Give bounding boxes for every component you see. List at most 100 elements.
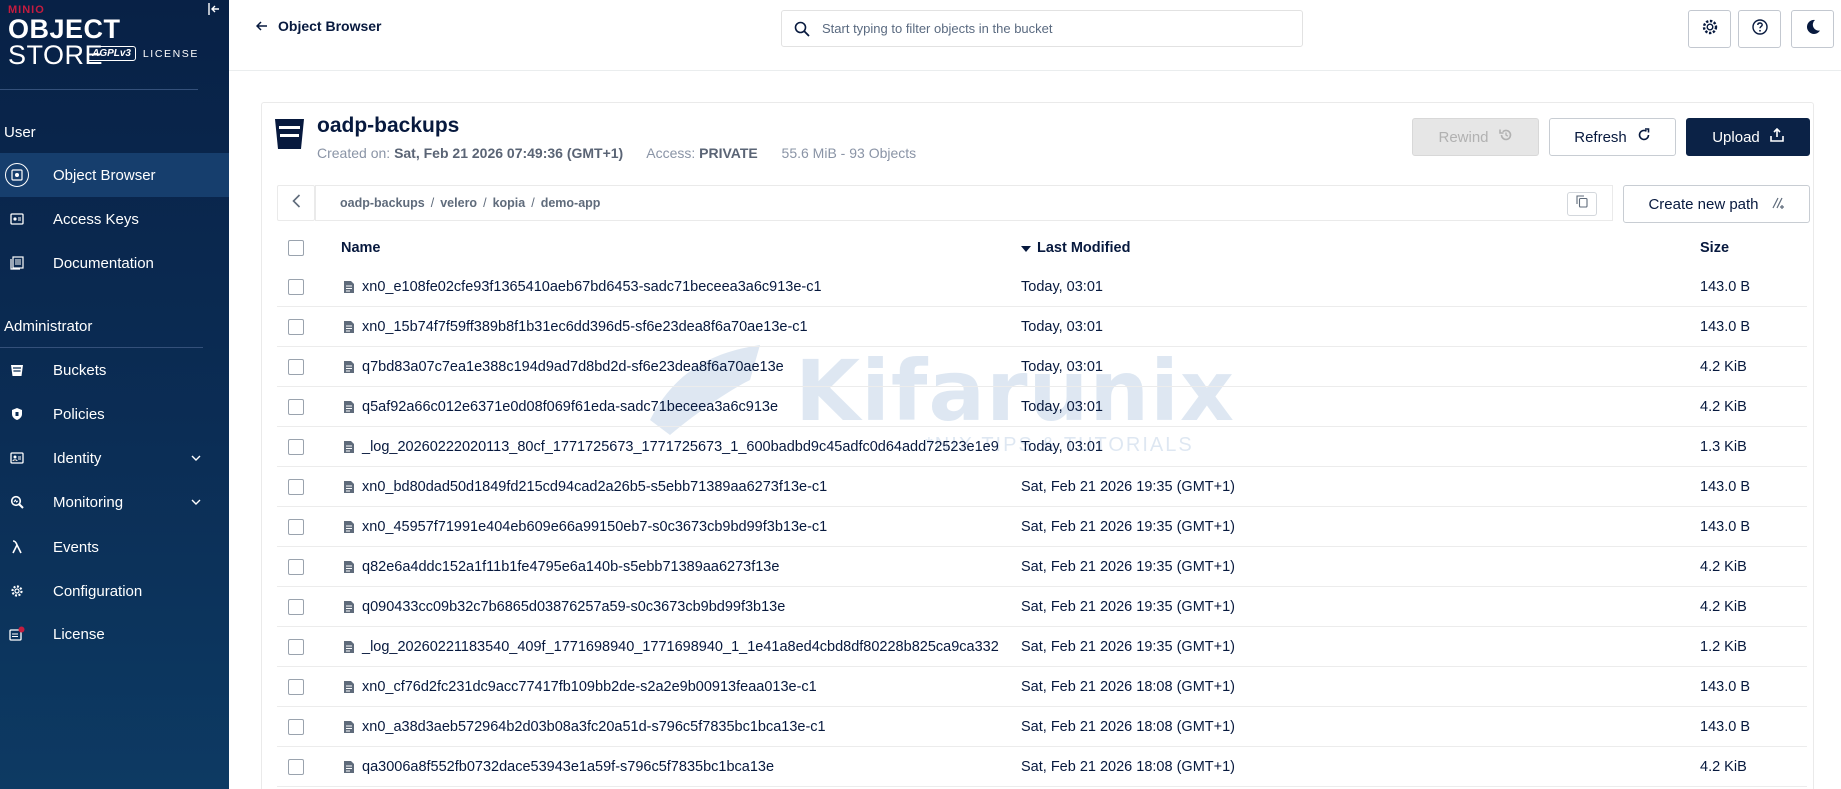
object-name: xn0_15b74f7f59ff389b8f1b31ec6dd396d5-sf6… [362, 319, 808, 335]
upload-label: Upload [1712, 128, 1760, 146]
sidebar-item-object-browser[interactable]: Object Browser [0, 153, 229, 197]
object-size: 1.2 KiB [1700, 639, 1747, 655]
table-row[interactable]: q7bd83a07c7ea1e388c194d9ad7d8bd2d-sf6e23… [277, 347, 1807, 387]
row-checkbox[interactable] [288, 319, 304, 335]
table-row[interactable]: q090433cc09b32c7b6865d03876257a59-s0c367… [277, 587, 1807, 627]
refresh-icon [1637, 128, 1651, 146]
column-header-last-modified[interactable]: Last Modified [1021, 240, 1130, 256]
object-last-modified: Today, 03:01 [1021, 439, 1103, 455]
column-header-name[interactable]: Name [341, 240, 381, 256]
table-row[interactable]: xn0_cf76d2fc231dc9acc77417fb109bb2de-s2a… [277, 667, 1807, 707]
table-row[interactable]: xn0_15b74f7f59ff389b8f1b31ec6dd396d5-sf6… [277, 307, 1807, 347]
object-last-modified: Sat, Feb 21 2026 18:08 (GMT+1) [1021, 679, 1235, 695]
table-row[interactable]: xn0_bd80dad50d1849fd215cd94cad2a26b5-s5e… [277, 467, 1807, 507]
object-name: _log_20260222020113_80cf_1771725673_1771… [362, 439, 999, 455]
sidebar-item-identity[interactable]: Identity [0, 436, 229, 480]
copy-icon [1576, 195, 1588, 213]
sidebar-item-documentation[interactable]: Documentation [0, 241, 229, 285]
sidebar-item-policies[interactable]: Policies [0, 392, 229, 436]
sidebar-item-buckets[interactable]: Buckets [0, 348, 229, 392]
sidebar-item-monitoring[interactable]: Monitoring [0, 480, 229, 524]
object-size: 143.0 B [1700, 679, 1750, 695]
sort-desc-icon [1021, 240, 1031, 256]
agpl-badge: AGPLv3 [87, 46, 136, 61]
table-row[interactable]: xn0_a38d3aeb572964b2d03b08a3fc20a51d-s79… [277, 707, 1807, 747]
settings-button[interactable] [1688, 10, 1731, 48]
breadcrumb-item[interactable]: velero [440, 196, 477, 210]
object-size: 4.2 KiB [1700, 399, 1747, 415]
breadcrumb: oadp-backups / velero / kopia / demo-app [315, 185, 1613, 221]
row-checkbox[interactable] [288, 599, 304, 615]
table-row[interactable]: q82e6a4ddc152a1f11b1fe4795e6a140b-s5ebb7… [277, 547, 1807, 587]
object-last-modified: Sat, Feb 21 2026 18:08 (GMT+1) [1021, 759, 1235, 775]
rewind-button[interactable]: Rewind [1412, 118, 1539, 156]
row-checkbox[interactable] [288, 639, 304, 655]
buckets-icon [9, 362, 25, 378]
sidebar-divider [0, 89, 198, 90]
refresh-button[interactable]: Refresh [1549, 118, 1676, 156]
file-icon [343, 280, 355, 294]
table-row[interactable]: xn0_e108fe02cfe93f1365410aeb67bd6453-sad… [277, 267, 1807, 307]
file-icon [343, 360, 355, 374]
object-name: xn0_e108fe02cfe93f1365410aeb67bd6453-sad… [362, 279, 822, 295]
collapse-sidebar-icon[interactable] [205, 0, 223, 18]
rewind-icon [1498, 128, 1513, 146]
row-checkbox[interactable] [288, 399, 304, 415]
dark-mode-button[interactable] [1791, 10, 1834, 48]
row-checkbox[interactable] [288, 479, 304, 495]
sidebar-item-label: Monitoring [53, 493, 124, 511]
minio-logo[interactable]: MINIO OBJECT STORE AGPLv3 LICENSE [8, 4, 208, 69]
object-name: _log_20260221183540_409f_1771698940_1771… [362, 639, 999, 655]
chevron-down-icon[interactable] [188, 494, 204, 510]
object-size: 143.0 B [1700, 719, 1750, 735]
chevron-left-icon [291, 193, 301, 213]
sidebar-item-license[interactable]: License [0, 612, 229, 656]
file-icon [343, 560, 355, 574]
sidebar-item-label: Configuration [53, 582, 143, 600]
breadcrumb-item[interactable]: demo-app [541, 196, 601, 210]
object-name: q82e6a4ddc152a1f11b1fe4795e6a140b-s5ebb7… [362, 559, 780, 575]
breadcrumb-path: oadp-backups / velero / kopia / demo-app [340, 196, 601, 210]
copy-path-button[interactable] [1567, 192, 1597, 216]
row-checkbox[interactable] [288, 439, 304, 455]
select-all-checkbox[interactable] [288, 240, 304, 256]
sidebar-item-configuration[interactable]: Configuration [0, 569, 229, 613]
monitoring-icon [9, 494, 25, 510]
table-row[interactable]: q5af92a66c012e6371e0d08f069f61eda-sadc71… [277, 387, 1807, 427]
sidebar-item-access-keys[interactable]: Access Keys [0, 197, 229, 241]
breadcrumb-item[interactable]: kopia [493, 196, 526, 210]
sidebar-item-events[interactable]: Events [0, 525, 229, 569]
sidebar-item-label: Identity [53, 449, 102, 467]
row-checkbox[interactable] [288, 279, 304, 295]
table-row[interactable]: _log_20260221183540_409f_1771698940_1771… [277, 627, 1807, 667]
object-name: q5af92a66c012e6371e0d08f069f61eda-sadc71… [362, 399, 779, 415]
row-checkbox[interactable] [288, 679, 304, 695]
gear-icon [1701, 18, 1719, 41]
sidebar-item-label: License [53, 625, 105, 643]
column-header-size[interactable]: Size [1700, 240, 1729, 256]
row-checkbox[interactable] [288, 759, 304, 775]
documentation-icon [9, 255, 25, 271]
table-row[interactable]: qa3006a8f552fb0732dace53943e1a59f-s796c5… [277, 747, 1807, 787]
row-checkbox[interactable] [288, 359, 304, 375]
file-icon [343, 640, 355, 654]
breadcrumb-item[interactable]: oadp-backups [340, 196, 425, 210]
file-icon [343, 320, 355, 334]
object-size: 4.2 KiB [1700, 599, 1747, 615]
header-divider [229, 70, 1841, 71]
create-new-path-button[interactable]: Create new path [1623, 185, 1810, 223]
chevron-down-icon[interactable] [188, 450, 204, 466]
row-checkbox[interactable] [288, 559, 304, 575]
search-input[interactable] [822, 21, 1282, 36]
row-checkbox[interactable] [288, 519, 304, 535]
search-icon [794, 21, 810, 37]
upload-button[interactable]: Upload [1686, 118, 1810, 156]
help-button[interactable] [1738, 10, 1781, 48]
back-to-object-browser[interactable]: Object Browser [255, 18, 381, 34]
table-row[interactable]: xn0_45957f71991e404eb609e66a99150eb7-s0c… [277, 507, 1807, 547]
row-checkbox[interactable] [288, 719, 304, 735]
sidebar: MINIO OBJECT STORE AGPLv3 LICENSE User O… [0, 0, 229, 789]
breadcrumb-back-button[interactable] [277, 185, 315, 221]
table-row[interactable]: _log_20260222020113_80cf_1771725673_1771… [277, 427, 1807, 467]
object-last-modified: Sat, Feb 21 2026 19:35 (GMT+1) [1021, 479, 1235, 495]
